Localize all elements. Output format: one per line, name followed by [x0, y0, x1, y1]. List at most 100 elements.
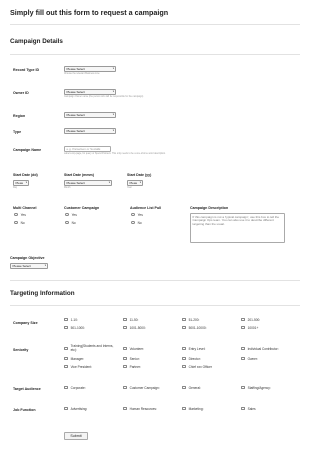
audience-list-pull-no[interactable]: No: [131, 220, 142, 225]
seniority-label: Seniority: [13, 348, 29, 352]
option-label: 201-500:: [247, 317, 261, 322]
checkbox[interactable]: [182, 385, 186, 390]
seniority-option[interactable]: Training(Students and Interns, etc):: [64, 344, 115, 351]
record-type-label: Record Type ID: [13, 68, 40, 72]
multi-channel-no[interactable]: No: [14, 220, 25, 225]
radio-button[interactable]: [14, 212, 18, 217]
customer-campaign-yes[interactable]: Yes: [65, 212, 77, 217]
campaign-description-label: Campaign Description: [190, 206, 229, 210]
checkbox[interactable]: [241, 325, 245, 330]
option-label: Yes: [137, 212, 143, 217]
option-label: 10001+: [247, 325, 259, 330]
option-label: Vice President:: [70, 364, 92, 369]
checkbox[interactable]: [64, 385, 68, 390]
start-date-mm-select[interactable]: Please Select ▾: [64, 180, 112, 186]
checkbox[interactable]: [123, 385, 127, 390]
radio-button[interactable]: [131, 212, 135, 217]
company-size-label: Company Size: [13, 321, 38, 325]
owner-select[interactable]: Please Select ▾: [64, 89, 116, 95]
owner-value: Please Select: [66, 90, 85, 94]
company-size-option[interactable]: 5001-10000:: [182, 325, 207, 330]
company-size-option[interactable]: 11-50:: [123, 317, 138, 322]
target-audience-option[interactable]: General:: [182, 385, 201, 390]
checkbox[interactable]: [123, 406, 127, 411]
job-function-option[interactable]: Sales: [241, 406, 256, 411]
checkbox[interactable]: [241, 385, 245, 390]
option-label: Director:: [188, 356, 201, 361]
audience-list-pull-label: Audience List Pull: [130, 206, 162, 210]
checkbox[interactable]: [182, 356, 186, 361]
record-type-select[interactable]: Please Select ▾: [64, 66, 116, 72]
seniority-option[interactable]: Owner:: [241, 356, 258, 361]
checkbox[interactable]: [64, 317, 68, 322]
start-date-yy-label: Start Date (yy): [127, 173, 152, 177]
radio-button[interactable]: [65, 220, 69, 225]
checkbox[interactable]: [182, 317, 186, 322]
multi-channel-yes[interactable]: Yes: [14, 212, 26, 217]
submit-button[interactable]: Submit: [64, 432, 88, 440]
company-size-option[interactable]: 501-1000:: [64, 325, 85, 330]
checkbox[interactable]: [64, 346, 68, 351]
target-audience-option[interactable]: Corporate:: [64, 385, 86, 390]
seniority-option[interactable]: Director:: [182, 356, 201, 361]
radio-button[interactable]: [14, 220, 18, 225]
radio-button[interactable]: [131, 220, 135, 225]
option-label: Marketing:: [188, 406, 204, 411]
checkbox[interactable]: [64, 356, 68, 361]
checkbox[interactable]: [241, 317, 245, 322]
company-size-option[interactable]: 10001+: [241, 325, 258, 330]
checkbox[interactable]: [123, 356, 127, 361]
target-audience-option[interactable]: Staffing/Agency:: [241, 385, 271, 390]
checkbox[interactable]: [182, 325, 186, 330]
audience-list-pull-yes[interactable]: Yes: [131, 212, 143, 217]
start-date-dd-value: Pleas: [15, 181, 24, 185]
checkbox[interactable]: [123, 325, 127, 330]
region-select[interactable]: Please Select ▾: [64, 112, 116, 118]
owner-hint: Campaign Owner name (the person who will…: [64, 95, 144, 98]
start-date-yy-hint: Year: [127, 186, 132, 189]
job-function-option[interactable]: Marketing:: [182, 406, 203, 411]
checkbox[interactable]: [64, 364, 68, 369]
checkbox[interactable]: [123, 317, 127, 322]
company-size-option[interactable]: 51-200:: [182, 317, 199, 322]
start-date-dd-select[interactable]: Pleas ▾: [13, 180, 29, 186]
seniority-option[interactable]: Vice President:: [64, 364, 92, 369]
checkbox[interactable]: [241, 356, 245, 361]
start-date-yy-select[interactable]: Pleas ▾: [127, 180, 143, 186]
checkbox[interactable]: [64, 406, 68, 411]
company-size-option[interactable]: 1-10:: [64, 317, 78, 322]
option-label: 11-50:: [129, 317, 139, 322]
seniority-option[interactable]: Partner:: [123, 364, 141, 369]
checkbox[interactable]: [64, 325, 68, 330]
target-audience-option[interactable]: Customer Campaign:: [123, 385, 160, 390]
seniority-option[interactable]: Chief xxx Officer: [182, 364, 212, 369]
seniority-option[interactable]: Manager:: [64, 356, 84, 361]
checkbox[interactable]: [123, 364, 127, 369]
customer-campaign-no[interactable]: No: [65, 220, 76, 225]
region-value: Please Select: [66, 113, 85, 117]
checkbox[interactable]: [241, 406, 245, 411]
option-label: Staffing/Agency:: [247, 385, 271, 390]
checkbox[interactable]: [123, 346, 127, 351]
checkbox[interactable]: [182, 364, 186, 369]
seniority-option[interactable]: Entry Level:: [182, 346, 205, 351]
radio-button[interactable]: [65, 212, 69, 217]
type-select[interactable]: Please Select ▾: [64, 128, 116, 134]
option-label: No: [71, 220, 76, 225]
job-function-option[interactable]: Human Resources:: [123, 406, 157, 411]
job-function-option[interactable]: Advertising:: [64, 406, 87, 411]
company-size-option[interactable]: 201-500:: [241, 317, 260, 322]
campaign-objective-select[interactable]: Please Select ▾: [10, 263, 48, 269]
seniority-option[interactable]: Senior:: [123, 356, 140, 361]
campaign-description-textarea[interactable]: If this campaign is not a 'typical campa…: [190, 213, 285, 243]
record-type-value: Please Select: [66, 67, 85, 71]
checkbox[interactable]: [241, 346, 245, 351]
campaign-name-input[interactable]: e.g. ParseGen or SocialE: [64, 146, 111, 152]
seniority-option[interactable]: Volunteer:: [123, 346, 144, 351]
seniority-option[interactable]: Individual Contributor:: [241, 346, 279, 351]
option-label: Advertising:: [70, 406, 88, 411]
checkbox[interactable]: [182, 406, 186, 411]
campaign-objective-label: Campaign Objective: [10, 256, 45, 260]
checkbox[interactable]: [182, 346, 186, 351]
company-size-option[interactable]: 1001-5000:: [123, 325, 146, 330]
